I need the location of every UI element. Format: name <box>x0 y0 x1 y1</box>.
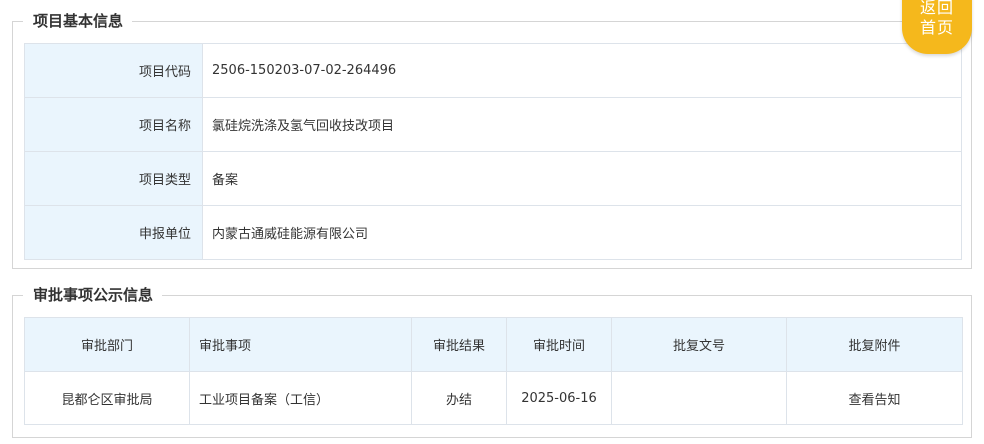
table-row: 项目类型 备案 <box>24 151 962 206</box>
project-type-label: 项目类型 <box>24 151 203 206</box>
cell-department: 昆都仑区审批局 <box>24 371 190 425</box>
header-doc-no: 批复文号 <box>611 317 787 372</box>
view-notice-link[interactable]: 查看告知 <box>848 393 900 408</box>
basic-info-table: 项目代码 2506-150203-07-02-264496 项目名称 氯硅烷洗涤… <box>24 43 962 260</box>
basic-info-section: 项目基本信息 项目代码 2506-150203-07-02-264496 项目名… <box>12 10 972 269</box>
table-row: 项目代码 2506-150203-07-02-264496 <box>24 43 962 98</box>
applicant-label: 申报单位 <box>24 205 203 260</box>
header-department: 审批部门 <box>24 317 190 372</box>
approval-info-title: 审批事项公示信息 <box>23 284 163 306</box>
approval-info-section: 审批事项公示信息 审批部门 审批事项 审批结果 审批时间 批复文号 批复附件 昆… <box>12 284 972 438</box>
applicant-value: 内蒙古通威硅能源有限公司 <box>202 205 962 260</box>
table-row: 昆都仑区审批局 工业项目备案（工信） 办结 2025-06-16 查看告知 <box>24 371 963 425</box>
cell-date: 2025-06-16 <box>506 371 612 425</box>
table-row: 申报单位 内蒙古通威硅能源有限公司 <box>24 205 962 260</box>
project-code-label: 项目代码 <box>24 43 203 98</box>
header-result: 审批结果 <box>411 317 507 372</box>
project-name-label: 项目名称 <box>24 97 203 152</box>
table-header-row: 审批部门 审批事项 审批结果 审批时间 批复文号 批复附件 <box>24 317 963 372</box>
table-row: 项目名称 氯硅烷洗涤及氢气回收技改项目 <box>24 97 962 152</box>
approval-table: 审批部门 审批事项 审批结果 审批时间 批复文号 批复附件 昆都仑区审批局 工业… <box>24 317 963 425</box>
cell-item: 工业项目备案（工信） <box>189 371 412 425</box>
project-name-value: 氯硅烷洗涤及氢气回收技改项目 <box>202 97 962 152</box>
header-attachment: 批复附件 <box>786 317 963 372</box>
project-type-value: 备案 <box>202 151 962 206</box>
header-date: 审批时间 <box>506 317 612 372</box>
cell-attachment: 查看告知 <box>786 371 963 425</box>
cell-doc-no <box>611 371 787 425</box>
return-home-label-2: 首页 <box>919 18 954 37</box>
return-home-label-1: 返回 <box>919 0 954 17</box>
basic-info-title: 项目基本信息 <box>23 10 133 32</box>
project-code-value: 2506-150203-07-02-264496 <box>202 43 962 98</box>
header-item: 审批事项 <box>189 317 412 372</box>
return-home-button[interactable]: 返回 首页 <box>902 0 972 54</box>
cell-result: 办结 <box>411 371 507 425</box>
